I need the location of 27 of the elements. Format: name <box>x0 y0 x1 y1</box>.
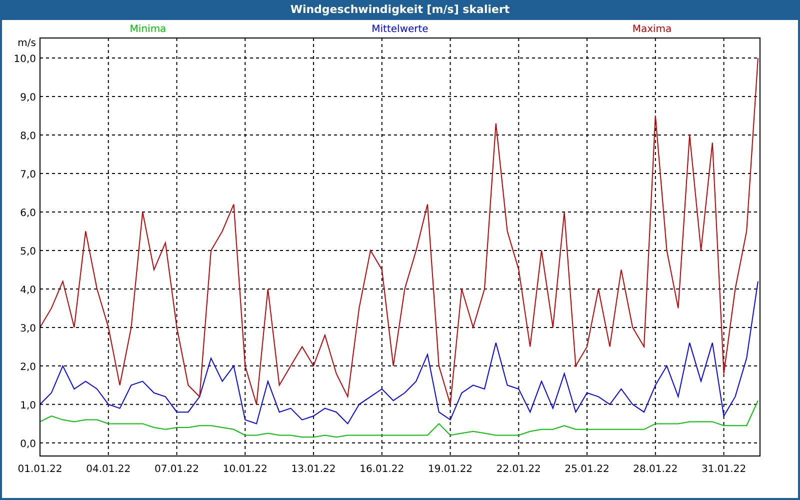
y-axis-unit: m/s <box>18 38 36 49</box>
x-tick-label: 10.01.22 <box>222 464 268 475</box>
y-tick-label: 7,0 <box>20 169 36 180</box>
y-tick-label: 1,0 <box>20 400 36 412</box>
x-tick-label: 19.01.22 <box>428 464 473 475</box>
y-tick-label: 6,0 <box>20 208 36 219</box>
y-tick-label: 10,0 <box>14 54 36 66</box>
x-tick-label: 16.01.22 <box>360 464 404 475</box>
x-tick-label: 22.01.22 <box>496 464 541 475</box>
x-tick-label: 31.01.22 <box>702 464 746 475</box>
legend-label: Mittelwerte <box>372 24 428 35</box>
y-tick-label: 9,0 <box>20 92 36 104</box>
x-tick-label: 28.01.22 <box>633 464 678 475</box>
window-title: Windgeschwindigkeit [m/s] skaliert <box>0 0 800 20</box>
x-tick-label: 25.01.22 <box>564 464 610 475</box>
y-tick-label: 5,0 <box>20 246 36 258</box>
y-tick-label: 3,0 <box>20 323 36 334</box>
y-tick-label: 2,0 <box>20 362 36 373</box>
y-tick-label: 0,0 <box>20 438 36 450</box>
legend-label: Maxima <box>632 24 672 35</box>
x-tick-label: 13.01.22 <box>291 464 336 475</box>
legend-label: Minima <box>130 24 166 35</box>
x-tick-label: 04.01.22 <box>86 464 131 475</box>
y-tick-label: 4,0 <box>20 284 36 296</box>
y-tick-label: 8,0 <box>20 131 36 142</box>
x-tick-label: 07.01.22 <box>154 464 200 475</box>
x-tick-label: 01.01.22 <box>18 464 62 475</box>
